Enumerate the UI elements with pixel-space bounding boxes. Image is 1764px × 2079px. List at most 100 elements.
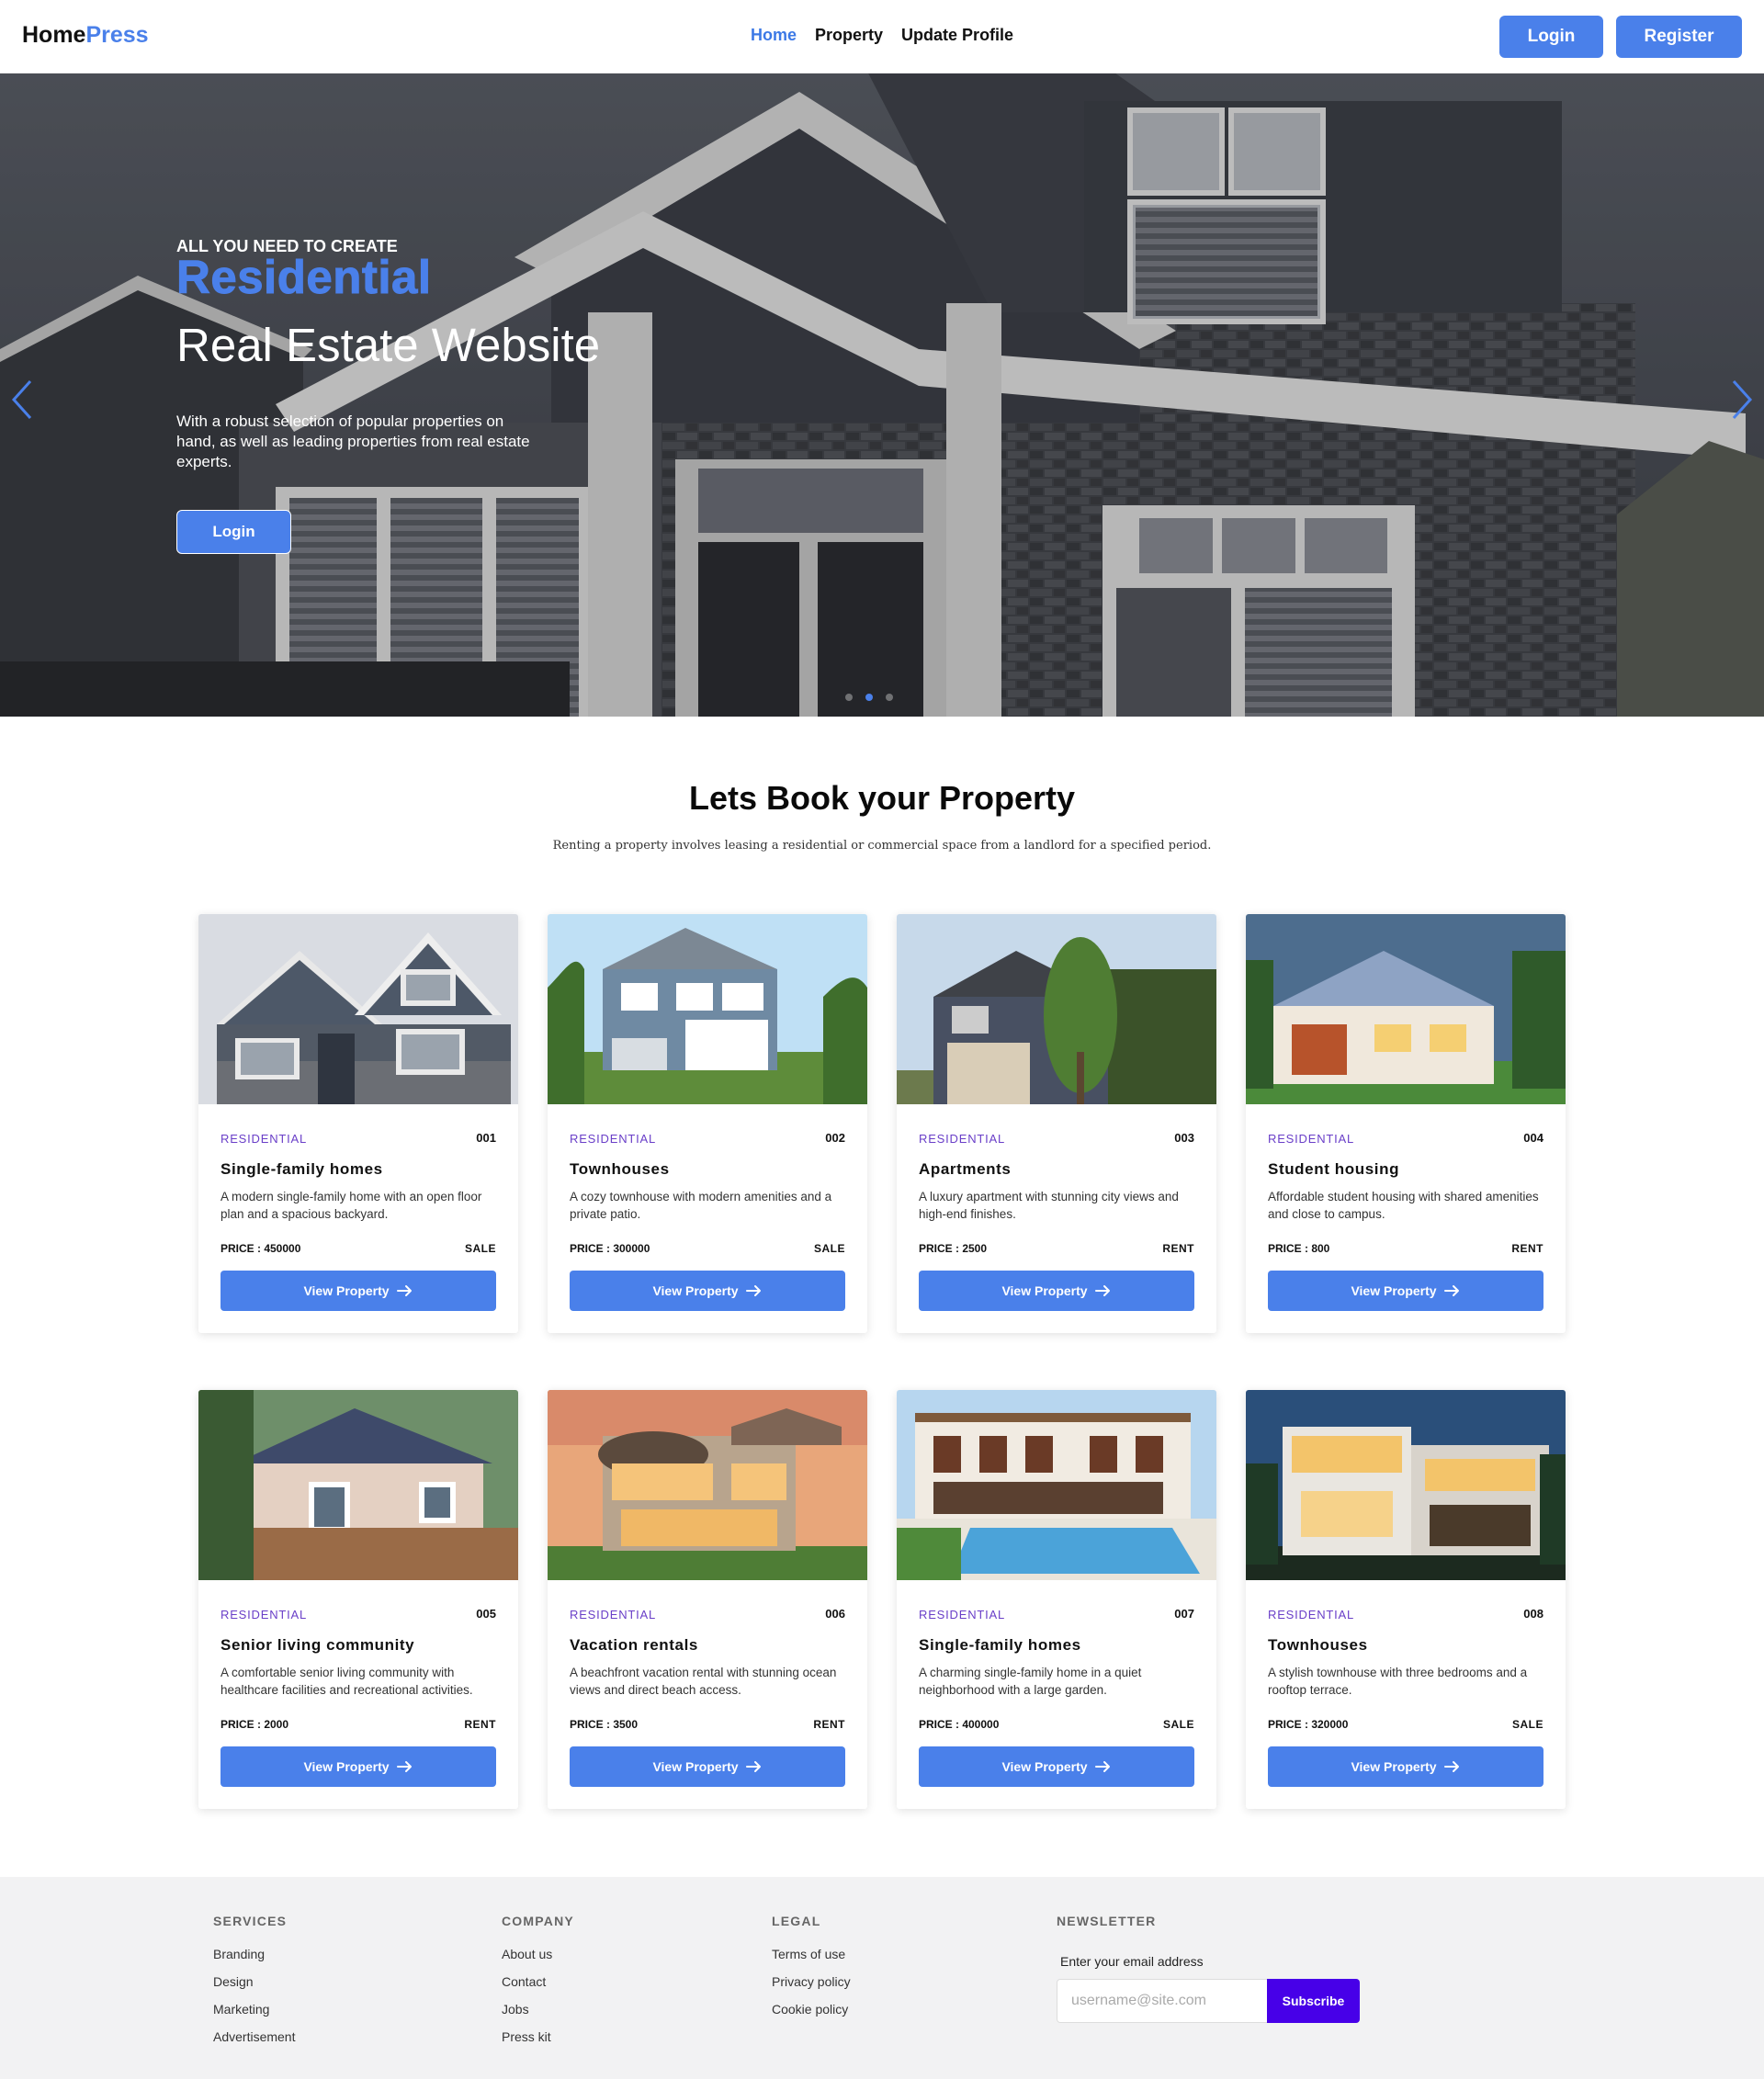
- view-property-button[interactable]: View Property: [1268, 1746, 1544, 1787]
- property-price: PRICE : 400000: [919, 1718, 1000, 1731]
- subscribe-button[interactable]: Subscribe: [1267, 1979, 1360, 2023]
- property-card: RESIDENTIAL 008 Townhouses A stylish townho…: [1246, 1390, 1566, 1809]
- hero-description: With a robust selection of popular prope…: [176, 412, 530, 470]
- view-property-button[interactable]: View Property: [570, 1746, 845, 1787]
- nav-link-update-profile[interactable]: Update Profile: [901, 26, 1013, 45]
- property-image: [548, 914, 867, 1104]
- property-title: Senior living community: [220, 1636, 415, 1654]
- view-property-button[interactable]: View Property: [570, 1271, 845, 1311]
- property-tag: RESIDENTIAL: [220, 1132, 308, 1146]
- property-title: Townhouses: [1268, 1636, 1368, 1654]
- arrow-right-icon: [396, 1761, 412, 1772]
- property-id: 004: [1523, 1131, 1544, 1145]
- view-property-button[interactable]: View Property: [220, 1271, 496, 1311]
- view-property-label: View Property: [652, 1283, 739, 1298]
- property-listing-type: SALE: [1162, 1718, 1194, 1731]
- chevron-left-icon[interactable]: [5, 372, 41, 427]
- property-tag: RESIDENTIAL: [1268, 1608, 1355, 1621]
- arrow-right-icon: [396, 1285, 412, 1296]
- view-property-button[interactable]: View Property: [919, 1746, 1194, 1787]
- property-id: 003: [1174, 1131, 1194, 1145]
- footer-link-design[interactable]: Design: [213, 1974, 295, 1989]
- property-description: A beachfront vacation rental with stunni…: [570, 1666, 837, 1697]
- property-listing-type: RENT: [464, 1718, 496, 1731]
- footer-link-terms[interactable]: Terms of use: [772, 1947, 851, 1961]
- property-listing-type: RENT: [1511, 1242, 1544, 1255]
- property-id: 008: [1523, 1607, 1544, 1621]
- footer-company: COMPANY About us Contact Jobs Press kit: [502, 1914, 574, 2044]
- property-card: RESIDENTIAL 007 Single-family homes A charm…: [897, 1390, 1216, 1809]
- newsletter-email-input[interactable]: [1057, 1979, 1268, 2023]
- property-id: 005: [476, 1607, 496, 1621]
- view-property-label: View Property: [1351, 1283, 1437, 1298]
- footer-link-press-kit[interactable]: Press kit: [502, 2029, 574, 2044]
- property-title: Student housing: [1268, 1160, 1400, 1178]
- arrow-right-icon: [745, 1761, 761, 1772]
- login-button[interactable]: Login: [1499, 16, 1603, 58]
- property-id: 001: [476, 1131, 496, 1145]
- property-card: RESIDENTIAL 002 Townhouses A cozy townhouse…: [548, 914, 867, 1333]
- property-title: Single-family homes: [919, 1636, 1081, 1654]
- hero-login-button[interactable]: Login: [176, 510, 291, 554]
- property-price: PRICE : 800: [1268, 1242, 1330, 1255]
- property-description: A luxury apartment with stunning city vi…: [919, 1190, 1179, 1221]
- view-property-label: View Property: [1351, 1759, 1437, 1774]
- footer-link-cookie[interactable]: Cookie policy: [772, 2002, 851, 2017]
- site-footer: SERVICES Branding Design Marketing Adver…: [0, 1877, 1764, 2079]
- property-card: RESIDENTIAL 006 Vacation rentals A beachfro…: [548, 1390, 867, 1809]
- property-image: [897, 1390, 1216, 1580]
- newsletter-label: Enter your email address: [1060, 1954, 1204, 1969]
- footer-link-privacy[interactable]: Privacy policy: [772, 1974, 851, 1989]
- property-tag: RESIDENTIAL: [1268, 1132, 1355, 1146]
- property-tag: RESIDENTIAL: [220, 1608, 308, 1621]
- carousel-dot[interactable]: [865, 694, 873, 701]
- property-description: A cozy townhouse with modern amenities a…: [570, 1190, 832, 1221]
- footer-services: SERVICES Branding Design Marketing Adver…: [213, 1914, 295, 2044]
- footer-newsletter: NEWSLETTER: [1057, 1914, 1156, 1928]
- arrow-right-icon: [745, 1285, 761, 1296]
- property-tag: RESIDENTIAL: [570, 1132, 657, 1146]
- property-price: PRICE : 2000: [220, 1718, 289, 1731]
- property-image: [548, 1390, 867, 1580]
- footer-newsletter-heading: NEWSLETTER: [1057, 1914, 1157, 1928]
- carousel-dot[interactable]: [845, 694, 853, 701]
- view-property-button[interactable]: View Property: [1268, 1271, 1544, 1311]
- property-listing-type: SALE: [813, 1242, 845, 1255]
- top-navbar: HomePress Home Property Update Profile L…: [0, 0, 1764, 73]
- footer-legal: LEGAL Terms of use Privacy policy Cookie…: [772, 1914, 851, 2017]
- footer-link-marketing[interactable]: Marketing: [213, 2002, 295, 2017]
- property-tag: RESIDENTIAL: [919, 1132, 1006, 1146]
- register-button[interactable]: Register: [1616, 16, 1742, 58]
- view-property-label: View Property: [1001, 1759, 1088, 1774]
- property-listing-type: SALE: [1511, 1718, 1544, 1731]
- carousel-dot[interactable]: [886, 694, 893, 701]
- view-property-button[interactable]: View Property: [220, 1746, 496, 1787]
- hero-background-image: [0, 73, 1764, 717]
- footer-link-contact[interactable]: Contact: [502, 1974, 574, 1989]
- property-price: PRICE : 320000: [1268, 1718, 1349, 1731]
- arrow-right-icon: [1094, 1761, 1110, 1772]
- view-property-button[interactable]: View Property: [919, 1271, 1194, 1311]
- footer-link-advertisement[interactable]: Advertisement: [213, 2029, 295, 2044]
- logo-text-press: Press: [85, 22, 149, 48]
- chevron-right-icon[interactable]: [1723, 372, 1759, 427]
- footer-link-jobs[interactable]: Jobs: [502, 2002, 574, 2017]
- property-id: 002: [825, 1131, 845, 1145]
- site-logo[interactable]: HomePress: [22, 22, 149, 49]
- main-nav: Home Property Update Profile: [751, 26, 1013, 45]
- property-price: PRICE : 2500: [919, 1242, 988, 1255]
- nav-link-home[interactable]: Home: [751, 26, 797, 45]
- logo-text-home: Home: [22, 22, 86, 48]
- hero-title: Residential: [176, 251, 432, 304]
- property-listing-type: RENT: [1162, 1242, 1194, 1255]
- property-image: [1246, 1390, 1566, 1580]
- property-listing-type: RENT: [813, 1718, 845, 1731]
- footer-services-heading: SERVICES: [213, 1914, 288, 1928]
- view-property-label: View Property: [652, 1759, 739, 1774]
- footer-link-about[interactable]: About us: [502, 1947, 574, 1961]
- property-price: PRICE : 3500: [570, 1718, 639, 1731]
- footer-link-branding[interactable]: Branding: [213, 1947, 295, 1961]
- nav-link-property[interactable]: Property: [815, 26, 883, 45]
- arrow-right-icon: [1443, 1285, 1459, 1296]
- view-property-label: View Property: [1001, 1283, 1088, 1298]
